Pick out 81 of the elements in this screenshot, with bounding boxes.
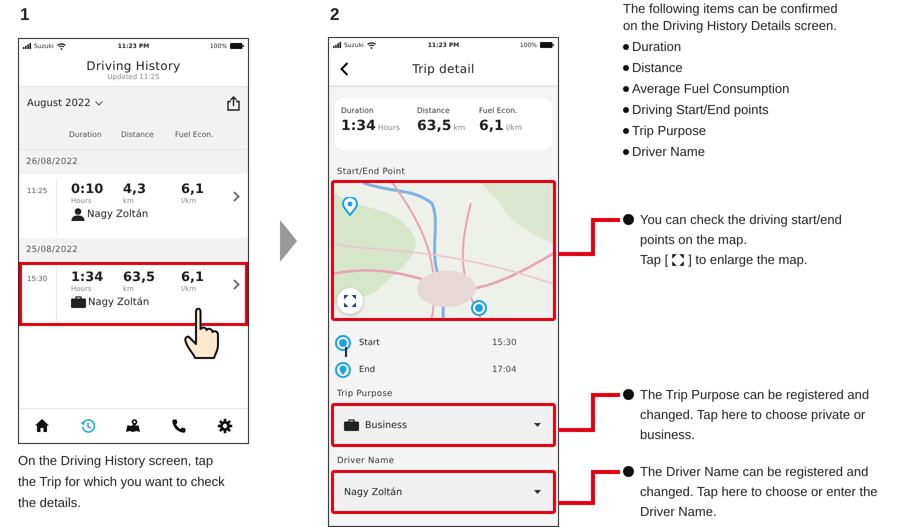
hint-text: ] to enlarge the map.	[688, 251, 808, 269]
trip-purpose-dropdown[interactable]: Business	[331, 403, 556, 448]
field-label: Trip Purpose	[336, 389, 394, 400]
screen-title: Trip detail	[411, 62, 476, 76]
bullet-icon	[623, 214, 634, 225]
field-label: Driver Name	[336, 456, 396, 466]
bullet-icon	[623, 148, 629, 154]
list-item: Driver Name	[632, 144, 705, 159]
person-icon	[71, 208, 85, 221]
step-number: 1	[19, 4, 30, 26]
bullet-icon	[623, 466, 634, 477]
home-icon[interactable]	[34, 418, 50, 434]
leader-line	[558, 470, 620, 505]
fuel-value: 6,1	[181, 270, 206, 285]
point-time: 17:04	[492, 364, 518, 375]
briefcase-icon	[344, 419, 359, 432]
bullet-icon	[623, 86, 629, 92]
battery-icon	[230, 43, 244, 49]
list-item: Average Fuel Consumption	[632, 81, 790, 96]
callout-text: The Driver Name can be registered and changed. Tap here to choose or enter the Driver Name.	[640, 463, 878, 521]
bullet-icon	[623, 106, 629, 112]
driver-name: Nagy Zoltán	[87, 209, 148, 220]
duration-value: 1:34	[71, 270, 104, 285]
settings-icon[interactable]	[217, 418, 234, 434]
summary-value: 63,5	[417, 118, 452, 134]
bullet-icon	[623, 128, 629, 134]
intro-text: The following items can be confirmed on the Driving History Details screen.	[623, 0, 839, 34]
date-heading: 25/08/2022	[26, 245, 78, 255]
distance-value: 4,3	[123, 182, 148, 197]
date-heading: 26/08/2022	[26, 157, 78, 167]
back-button[interactable]	[340, 62, 348, 76]
summary-value: 1:34	[341, 118, 376, 134]
bullet-icon	[623, 389, 634, 400]
instruction-text: On the Driving History screen, tap the Trip for which you want to check the details.	[18, 452, 226, 512]
month-selector[interactable]: August 2022	[27, 98, 103, 108]
history-icon[interactable]	[80, 418, 96, 434]
dropdown-caret-icon	[534, 490, 541, 494]
fuel-value: 6,1	[181, 182, 206, 197]
dropdown-caret-icon	[534, 423, 541, 428]
expand-icon	[670, 253, 686, 267]
screen-title: Driving History	[86, 58, 181, 72]
signal-icon	[333, 42, 341, 48]
driver-name-dropdown[interactable]: Nagy Zoltán	[331, 470, 556, 514]
duration-value: 0:10	[71, 182, 104, 197]
chevron-down-icon	[94, 100, 103, 106]
end-pin-icon	[342, 197, 358, 216]
start-point-icon	[335, 334, 351, 351]
section-label: Start/End Point	[336, 167, 406, 178]
battery-icon	[540, 42, 554, 48]
list-item: Trip Purpose	[632, 123, 706, 138]
expand-icon	[344, 295, 356, 308]
bullet-icon	[623, 44, 629, 50]
leader-line	[558, 218, 620, 256]
step-number: 2	[329, 4, 340, 26]
leader-line	[558, 393, 620, 432]
share-icon[interactable]	[227, 96, 240, 110]
end-pin-icon	[335, 362, 351, 378]
point-label: End	[359, 364, 376, 375]
next-step-arrow-icon	[280, 220, 297, 262]
start-point-icon	[471, 300, 487, 316]
bullet-icon	[623, 64, 629, 70]
list-item: Duration	[632, 39, 682, 54]
pointing-hand-icon	[184, 307, 220, 359]
summary-value: 6,1	[479, 118, 504, 134]
phone-icon[interactable]	[171, 418, 188, 434]
point-time: 15:30	[492, 338, 518, 348]
list-item: Distance	[632, 60, 683, 75]
list-item: Driving Start/End points	[632, 102, 769, 117]
hint-text: Tap [	[640, 251, 668, 269]
wifi-icon	[56, 42, 66, 50]
callout-text: You can check the driving start/end points on the map.	[640, 211, 843, 249]
briefcase-icon	[71, 296, 86, 308]
signal-icon	[23, 43, 31, 49]
chevron-right-icon	[233, 191, 240, 202]
distance-value: 63,5	[123, 270, 156, 285]
driver-name: Nagy Zoltán	[88, 296, 150, 308]
point-label: Start	[359, 338, 381, 348]
callout-text: The Trip Purpose can be registered and changed. Tap here to choose private or business.	[640, 386, 870, 444]
map-icon[interactable]	[125, 418, 142, 434]
chevron-right-icon	[233, 279, 240, 290]
wifi-icon	[366, 42, 376, 49]
